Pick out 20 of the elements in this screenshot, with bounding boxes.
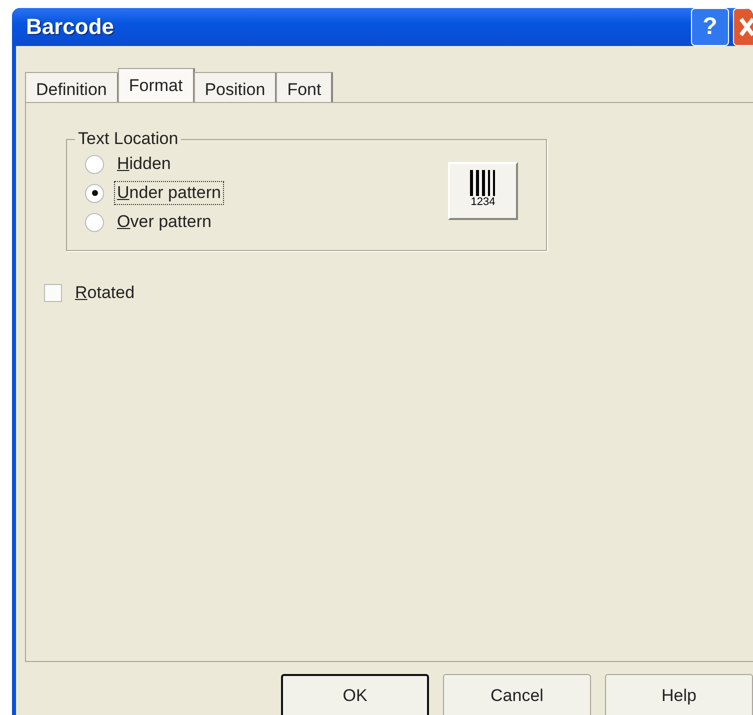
tab[interactable]: Format	[118, 68, 195, 102]
barcode-icon	[469, 170, 497, 196]
close-button[interactable]	[733, 8, 753, 46]
close-icon	[739, 15, 753, 39]
dialog-button[interactable]: OK	[281, 674, 429, 715]
barcode-digits: 1234	[470, 196, 496, 208]
radio-button[interactable]	[85, 184, 104, 202]
dialog-button[interactable]: Cancel	[443, 674, 591, 715]
dialog-button[interactable]: Help	[605, 674, 753, 715]
tab[interactable]: Position	[194, 72, 278, 102]
tab[interactable]: Definition	[25, 72, 119, 102]
checkbox-option[interactable]: Rotated	[44, 281, 753, 305]
radio-button[interactable]	[85, 154, 104, 174]
radio-option[interactable]: Hidden	[85, 152, 224, 176]
checkbox[interactable]	[44, 284, 62, 302]
radio-button[interactable]	[85, 212, 104, 232]
tab[interactable]: Font	[276, 72, 334, 102]
window-title: Barcode	[26, 14, 114, 40]
help-button[interactable]: ?	[691, 8, 729, 46]
radio-option[interactable]: Over pattern	[85, 210, 224, 234]
